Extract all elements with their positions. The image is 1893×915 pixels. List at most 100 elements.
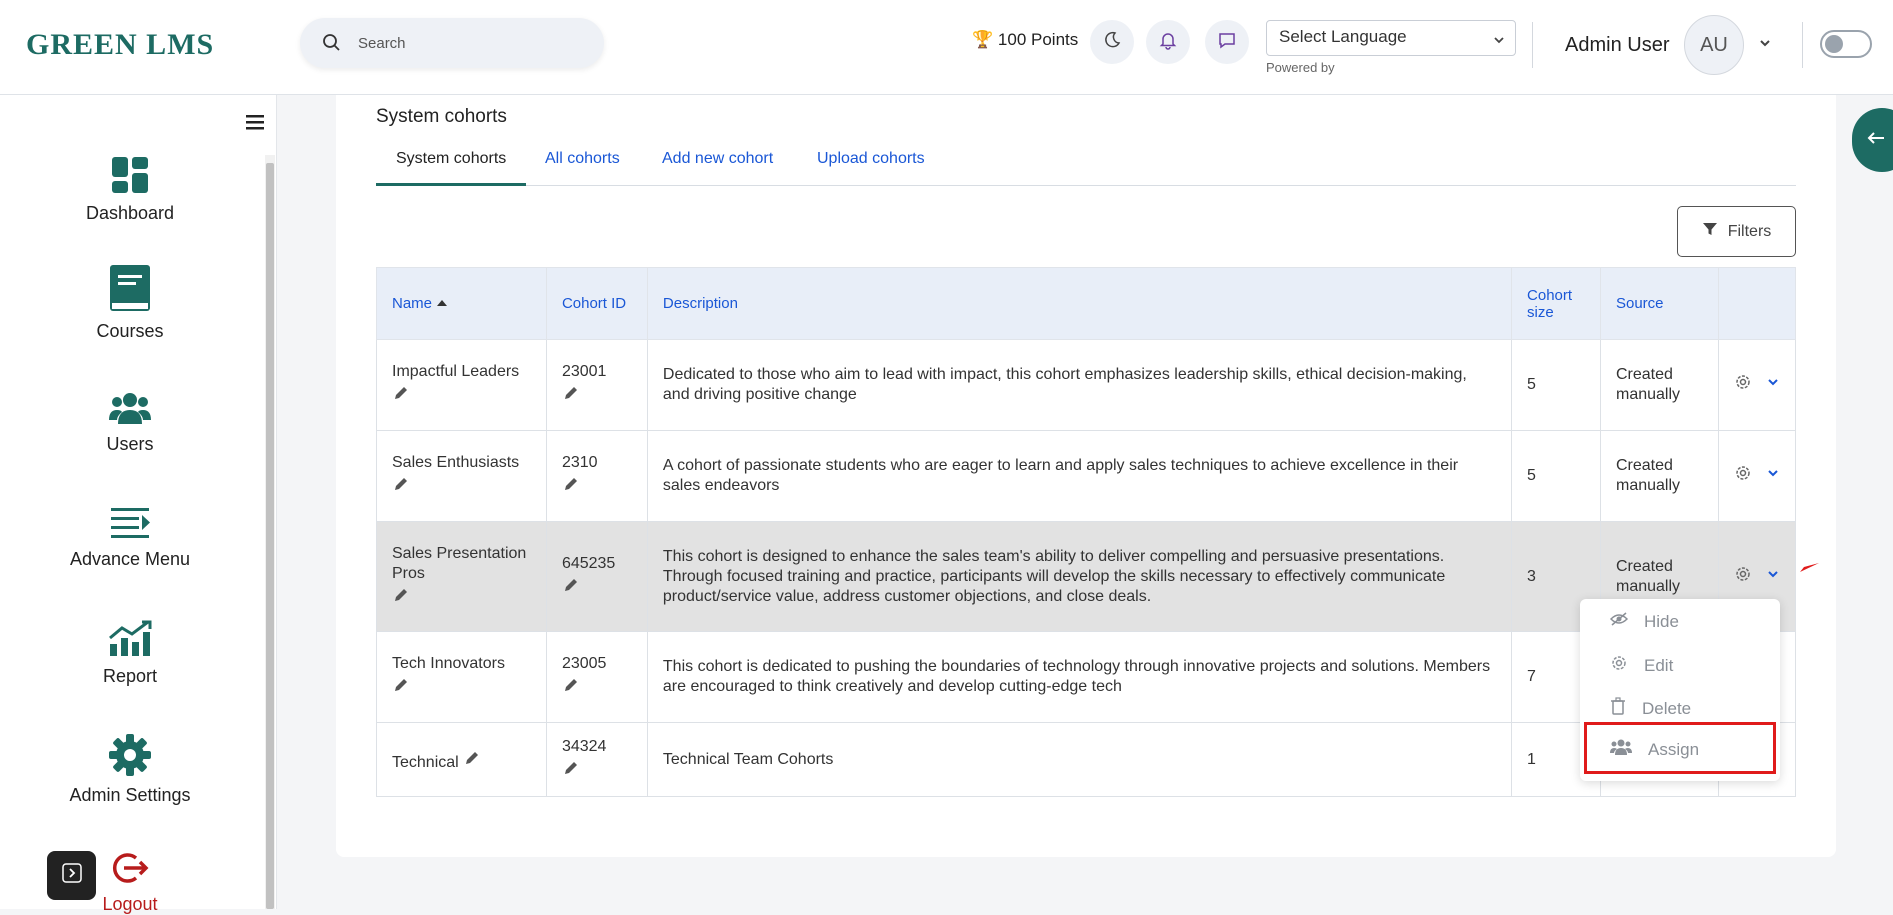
eye-slash-icon	[1609, 611, 1629, 632]
theme-toggle[interactable]	[1820, 30, 1872, 58]
cell-cohort-size: 5	[1511, 339, 1601, 431]
column-header-source[interactable]: Source	[1599, 267, 1719, 340]
expand-panel-button[interactable]	[47, 851, 96, 900]
chevron-down-icon[interactable]	[1766, 567, 1780, 587]
pencil-icon[interactable]	[562, 384, 580, 408]
table-row: Impactful Leaders 23001 Dedicated to tho…	[376, 339, 1797, 431]
assign-highlight-box	[1584, 722, 1776, 774]
cell-description: Dedicated to those who aim to lead with …	[646, 339, 1513, 431]
pencil-icon[interactable]	[463, 749, 481, 773]
settings-gear-icon[interactable]	[1734, 464, 1752, 488]
pencil-icon[interactable]	[392, 676, 410, 700]
sidebar-item-admin-settings[interactable]: Admin Settings	[40, 733, 220, 806]
search-box[interactable]	[300, 18, 604, 68]
user-menu-chevron-icon[interactable]	[1758, 36, 1772, 55]
sidebar-scrollbar[interactable]	[265, 155, 275, 909]
column-header-name[interactable]: Name	[376, 267, 547, 340]
sidebar-item-label: Admin Settings	[69, 785, 191, 805]
search-input[interactable]	[358, 31, 588, 55]
logo[interactable]: GREEN LMS	[26, 28, 214, 62]
pencil-icon[interactable]	[392, 475, 410, 499]
language-select-value: Select Language	[1279, 27, 1407, 46]
cell-cohort-id: 34324	[545, 722, 648, 797]
pencil-icon[interactable]	[392, 384, 410, 408]
pencil-icon[interactable]	[562, 676, 580, 700]
filters-button[interactable]: Filters	[1677, 206, 1796, 257]
pencil-icon[interactable]	[392, 586, 410, 610]
tab-system-cohorts[interactable]: System cohorts	[376, 148, 527, 186]
language-select[interactable]: Select Language	[1266, 20, 1516, 56]
avatar[interactable]: AU	[1684, 15, 1744, 75]
points-label: 100 Points	[997, 30, 1079, 49]
cell-actions	[1717, 430, 1797, 522]
pencil-icon[interactable]	[562, 475, 580, 499]
messages-button[interactable]	[1205, 20, 1249, 64]
cell-source: Created manually	[1599, 339, 1719, 431]
red-arrow-icon	[1798, 560, 1820, 581]
collapse-panel-button[interactable]	[1852, 108, 1893, 172]
logo-text: GREEN LMS	[26, 28, 215, 61]
cell-name: Technical	[376, 722, 547, 797]
sidebar-item-users[interactable]: Users	[40, 390, 220, 455]
table-header-row: Name Cohort ID Description Cohort size S…	[376, 267, 1797, 340]
hamburger-menu-icon[interactable]	[245, 113, 265, 136]
chevron-right-box-icon	[61, 863, 82, 888]
tab-add-new-cohort[interactable]: Add new cohort	[662, 148, 773, 186]
search-icon	[322, 33, 342, 58]
gear-icon	[1610, 654, 1628, 677]
notifications-button[interactable]	[1146, 20, 1190, 64]
cell-source: Created manually	[1599, 430, 1719, 522]
column-header-description[interactable]: Description	[646, 267, 1513, 340]
chevron-down-icon[interactable]	[1766, 375, 1780, 395]
sidebar-item-dashboard[interactable]: Dashboard	[40, 155, 220, 224]
cell-cohort-id: 23005	[545, 631, 648, 723]
sidebar: Dashboard Courses Users Advance Menu Rep…	[0, 95, 277, 914]
points-display: 🏆 100 Points	[972, 30, 1078, 50]
pencil-icon[interactable]	[562, 759, 580, 783]
cell-cohort-id: 2310	[545, 430, 648, 522]
settings-gear-icon[interactable]	[1734, 565, 1752, 589]
sort-ascending-icon	[436, 295, 448, 312]
divider	[1802, 22, 1803, 68]
user-name[interactable]: Admin User	[1565, 34, 1669, 57]
dropdown-item-hide[interactable]: Hide	[1609, 611, 1679, 632]
book-icon	[40, 263, 220, 313]
column-header-cohort-id[interactable]: Cohort ID	[545, 267, 648, 340]
moon-icon	[1103, 31, 1121, 54]
chevron-down-icon[interactable]	[1766, 466, 1780, 486]
dark-mode-button[interactable]	[1090, 20, 1134, 64]
column-header-actions	[1717, 267, 1797, 340]
tab-upload-cohorts[interactable]: Upload cohorts	[817, 148, 925, 186]
divider	[1532, 22, 1533, 68]
powered-by-label: Powered by	[1266, 60, 1335, 75]
cell-cohort-id: 23001	[545, 339, 648, 431]
scrollbar-thumb[interactable]	[266, 163, 274, 909]
dropdown-item-delete[interactable]: Delete	[1610, 697, 1691, 720]
cell-name: Impactful Leaders	[376, 339, 547, 431]
cell-cohort-size: 5	[1511, 430, 1601, 522]
sidebar-item-advance-menu[interactable]: Advance Menu	[40, 505, 220, 570]
sidebar-item-label: Advance Menu	[69, 549, 191, 569]
settings-gear-icon[interactable]	[1734, 373, 1752, 397]
tab-all-cohorts[interactable]: All cohorts	[545, 148, 620, 186]
tab-bar: System cohorts All cohorts Add new cohor…	[376, 148, 1796, 186]
arrow-left-icon	[1866, 130, 1886, 151]
cell-cohort-id: 645235	[545, 521, 648, 632]
sidebar-item-label: Dashboard	[85, 203, 175, 223]
gear-icon	[40, 733, 220, 777]
trash-icon	[1610, 697, 1626, 720]
chart-icon	[40, 620, 220, 658]
trophy-icon: 🏆	[972, 30, 994, 49]
pencil-icon[interactable]	[562, 576, 580, 600]
cell-description: This cohort is dedicated to pushing the …	[646, 631, 1513, 723]
avatar-initials: AU	[1700, 33, 1728, 56]
cell-name: Sales Enthusiasts	[376, 430, 547, 522]
cell-description: Technical Team Cohorts	[646, 722, 1513, 797]
cell-name: Tech Innovators	[376, 631, 547, 723]
sidebar-item-report[interactable]: Report	[40, 620, 220, 687]
sidebar-item-courses[interactable]: Courses	[40, 263, 220, 342]
sidebar-item-label: Courses	[96, 321, 164, 341]
column-header-cohort-size[interactable]: Cohort size	[1511, 267, 1601, 340]
filters-label: Filters	[1727, 222, 1772, 240]
dropdown-item-edit[interactable]: Edit	[1610, 654, 1673, 677]
